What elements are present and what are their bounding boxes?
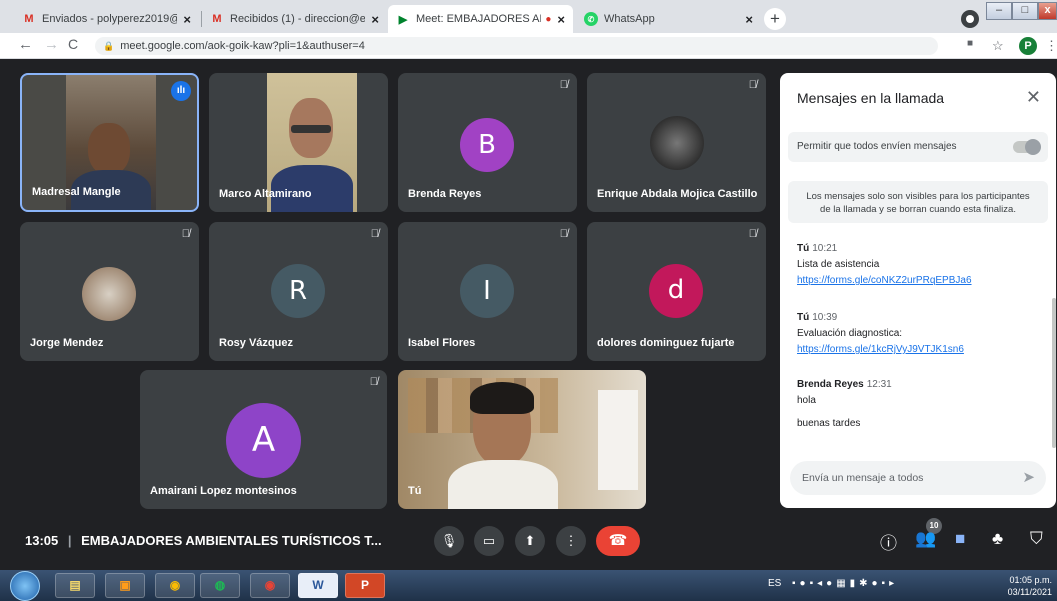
chat-message: Tú 10:21 Lista de asistencia https://form… — [797, 241, 1042, 289]
close-tab-icon[interactable]: × — [557, 12, 565, 27]
chat-message: Tú 10:39 Evaluación diagnostica: https://… — [797, 310, 1042, 358]
participant-photo-avatar — [650, 116, 704, 170]
mic-off-icon: 🎙̸ — [181, 228, 190, 240]
new-tab-button[interactable]: + — [764, 8, 786, 30]
recording-dot-icon: ● — [545, 13, 552, 25]
more-options-button[interactable]: ⋮ — [556, 526, 586, 556]
mic-off-icon: 🎙̸ — [559, 228, 568, 240]
meeting-control-bar: 13:05 | EMBAJADORES AMBIENTALES TURÍSTIC… — [0, 518, 1057, 570]
whatsapp-icon: ✆ — [584, 12, 598, 26]
phone-hangup-icon: ☎ — [608, 532, 628, 549]
close-window-button[interactable]: x — [1038, 2, 1057, 20]
participant-tile[interactable]: 🎙̸ d dolores dominguez fujarte — [587, 222, 766, 361]
tab-gmail-enviados[interactable]: M Enviados - polyperez2019@gma × — [14, 5, 199, 33]
activities-icon[interactable]: ♣ — [992, 529, 1003, 549]
chat-scrollbar[interactable] — [1052, 298, 1056, 448]
close-tab-icon[interactable]: × — [745, 12, 753, 27]
chat-panel: Mensajes en la llamada ✕ Permitir que to… — [780, 73, 1056, 508]
chat-title: Mensajes en la llamada — [797, 90, 945, 106]
url-field[interactable]: 🔒 meet.google.com/aok-goik-kaw?pli=1&auth… — [95, 37, 938, 55]
window-close-control: x — [1038, 2, 1057, 20]
word-taskbar-icon[interactable]: W — [298, 573, 338, 598]
more-vert-icon: ⋮ — [564, 533, 578, 548]
camera-icon: ▭ — [482, 533, 496, 548]
close-icon[interactable]: ✕ — [1026, 87, 1041, 108]
end-call-button[interactable]: ☎ — [596, 526, 640, 556]
self-view-tile[interactable]: Tú — [398, 370, 646, 509]
language-indicator[interactable]: ES — [768, 578, 781, 589]
chat-link[interactable]: https://forms.gle/1kcRjVyJ9VTJK1sn6 — [797, 342, 1042, 358]
host-controls-icon[interactable]: ⛉ — [1030, 529, 1043, 549]
close-tab-icon[interactable]: × — [371, 12, 379, 27]
powerpoint-taskbar-icon[interactable]: P — [345, 573, 385, 598]
chat-message-input[interactable]: Envía un mensaje a todos ➤ — [790, 461, 1046, 495]
meeting-info: 13:05 | EMBAJADORES AMBIENTALES TURÍSTIC… — [25, 533, 382, 548]
present-icon: ⬆ — [524, 533, 536, 548]
window-controls: – □ — [986, 2, 1038, 20]
meet-icon: ▶ — [398, 13, 408, 26]
spotify-taskbar-icon[interactable]: ◍ — [200, 573, 240, 598]
chat-link[interactable]: https://forms.gle/coNKZ2urPRqEPBJa6 — [797, 273, 1042, 289]
chrome-taskbar-icon[interactable]: ◉ — [155, 573, 195, 598]
maximize-button[interactable]: □ — [1012, 2, 1038, 20]
tab-whatsapp[interactable]: ✆ WhatsApp × — [576, 5, 761, 33]
chat-icon[interactable]: ■ — [955, 529, 965, 549]
lock-icon: 🔒 — [103, 41, 115, 51]
chat-info-notice: Los mensajes solo son visibles para los … — [788, 181, 1048, 223]
participant-avatar: I — [460, 264, 514, 318]
participant-avatar: R — [271, 264, 325, 318]
system-tray-icons[interactable]: ▪●▪◂●▦▮✱●▪▸ — [792, 578, 898, 589]
gmail-icon: M — [24, 13, 34, 25]
send-icon[interactable]: ➤ — [1022, 461, 1035, 495]
participant-avatar: B — [460, 118, 514, 172]
participant-photo-avatar — [82, 267, 136, 321]
star-icon[interactable]: ☆ — [992, 38, 1004, 54]
participant-tile[interactable]: 🎙̸ B Brenda Reyes — [398, 73, 577, 212]
chrome-profile-taskbar-icon[interactable]: ◉ — [250, 573, 290, 598]
start-button[interactable] — [10, 571, 40, 601]
people-icon[interactable]: 👥 — [915, 529, 936, 549]
reload-icon[interactable]: C — [68, 36, 78, 52]
allow-messages-row: Permitir que todos envíen mensajes — [788, 132, 1048, 162]
mic-off-icon: 🎙̸ — [369, 376, 378, 388]
participant-tile[interactable]: 🎙̸ Enrique Abdala Mojica Castillo — [587, 73, 766, 212]
allow-messages-toggle[interactable] — [1013, 139, 1041, 155]
participant-tile[interactable]: ılı Madresal Mangle — [20, 73, 199, 212]
mic-button[interactable]: 🎙 — [434, 526, 464, 556]
address-bar-row: ← → C 🔒 meet.google.com/aok-goik-kaw?pli=… — [0, 33, 1057, 59]
speaking-indicator-icon: ılı — [171, 81, 191, 101]
participant-avatar: A — [226, 403, 301, 478]
mic-off-icon: 🎙̸ — [370, 228, 379, 240]
gmail-icon: M — [212, 13, 222, 25]
camera-indicator-icon[interactable]: ■ — [967, 38, 973, 49]
close-tab-icon[interactable]: × — [183, 12, 191, 27]
tab-meet[interactable]: ▶ Meet: EMBAJADORES AMBIE ● × — [388, 5, 573, 33]
participant-tile[interactable]: 🎙̸ Jorge Mendez — [20, 222, 199, 361]
profile-avatar[interactable]: P — [1019, 37, 1037, 55]
camera-button[interactable]: ▭ — [474, 526, 504, 556]
taskbar-clock[interactable]: 01:05 p.m. 03/11/2021 — [1000, 574, 1052, 598]
participant-tile[interactable]: 🎙̸ I Isabel Flores — [398, 222, 577, 361]
media-player-taskbar-icon[interactable]: ▣ — [105, 573, 145, 598]
participant-tile[interactable]: 🎙̸ A Amairani Lopez montesinos — [140, 370, 387, 509]
participant-tile[interactable]: 🎙̸ R Rosy Vázquez — [209, 222, 388, 361]
browser-tab-bar: M Enviados - polyperez2019@gma × M Recib… — [0, 0, 1057, 33]
forward-arrow-icon[interactable]: → — [44, 36, 59, 53]
chat-message: Brenda Reyes 12:31 hola buenas tardes — [797, 379, 892, 429]
menu-dots-icon[interactable]: ⋮ — [1045, 38, 1057, 54]
present-button[interactable]: ⬆ — [515, 526, 545, 556]
windows-taskbar: ▤ ▣ ◉ ◍ ◉ W P ES ▪●▪◂●▦▮✱●▪▸ 01:05 p.m. … — [0, 570, 1057, 601]
participant-avatar: d — [649, 264, 703, 318]
media-record-icon[interactable] — [961, 10, 979, 28]
info-icon[interactable]: ⓘ — [880, 529, 897, 554]
mic-off-icon: 🎙̸ — [748, 79, 757, 91]
mic-off-icon: 🎙̸ — [559, 79, 568, 91]
mic-icon: 🎙 — [440, 533, 458, 548]
minimize-button[interactable]: – — [986, 2, 1012, 20]
mic-off-icon: 🎙̸ — [748, 228, 757, 240]
explorer-taskbar-icon[interactable]: ▤ — [55, 573, 95, 598]
back-arrow-icon[interactable]: ← — [18, 36, 33, 53]
tab-gmail-recibidos[interactable]: M Recibidos (1) - direccion@educa × — [202, 5, 387, 33]
participant-tile[interactable]: Marco Altamirano — [209, 73, 388, 212]
